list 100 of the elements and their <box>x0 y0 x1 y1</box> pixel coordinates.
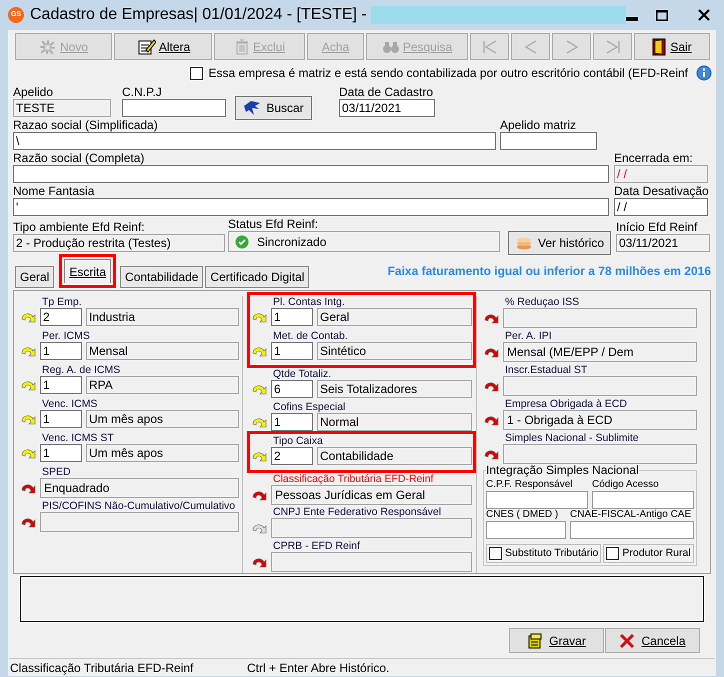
description-field: Seis Totalizadores <box>317 380 472 398</box>
field-label: Data Desativação <box>614 184 708 198</box>
input-field[interactable] <box>122 99 226 117</box>
input-field[interactable]: \ <box>13 132 496 150</box>
field-label: Empresa Obrigada à ECD <box>504 398 628 410</box>
input-field[interactable]: 03/11/2021 <box>339 99 435 117</box>
input-field[interactable]: 03/11/2021 <box>616 234 710 252</box>
input-field[interactable] <box>570 521 694 539</box>
field-label: Nome Fantasia <box>13 184 96 198</box>
field-label: % Reduçao ISS <box>504 296 580 308</box>
input-field[interactable] <box>503 376 697 396</box>
field-label: Cofins Especial <box>272 401 346 414</box>
bird-icon <box>243 100 262 116</box>
input-field[interactable]: Enquadrado <box>40 478 239 498</box>
description-field: Normal <box>317 413 472 432</box>
input-field[interactable] <box>500 132 597 150</box>
field-label: Classificação Tributária EFD-Reinf <box>272 472 434 485</box>
field-label: Tp Emp. <box>41 296 83 308</box>
exit-button[interactable]: Sair <box>634 33 710 60</box>
code-field[interactable]: 1 <box>271 413 313 432</box>
description-field: Sintético <box>317 342 472 360</box>
input-field[interactable] <box>503 308 697 328</box>
field-label: Razão social (Completa) <box>13 151 146 165</box>
input-field[interactable]: TESTE <box>13 99 111 117</box>
field-label: CNAE-FISCAL-Antigo CAE <box>570 509 692 521</box>
group-title: Integração Simples Nacional <box>486 464 639 477</box>
field-label: CPRB - EFD Reinf <box>272 540 361 552</box>
field-label: Tipo Caixa <box>272 434 324 447</box>
field-label: Met. de Contab. <box>272 330 349 342</box>
cabinet-icon <box>527 632 544 648</box>
cross-icon <box>619 632 636 648</box>
description-field: Mensal <box>86 342 239 360</box>
footer-button[interactable]: Gravar <box>509 628 604 653</box>
input-field[interactable] <box>486 521 566 539</box>
close-icon <box>698 9 710 21</box>
field-label: Venc. ICMS ST <box>41 432 115 444</box>
checkbox-label: Essa empresa é matriz e está sendo contabilizada por outro escritório contábil (EFD-Reinf <box>208 65 688 82</box>
field-label: SPED <box>41 466 72 478</box>
tab[interactable]: Contabilidade <box>120 266 204 288</box>
input-field[interactable]: 1 - Obrigada à ECD <box>503 410 697 430</box>
field-label: Tipo ambiente Efd Reinf: <box>13 220 146 234</box>
checkbox-label: Produtor Rural <box>622 546 691 561</box>
field-label: C.P.F. Responsável <box>486 479 574 491</box>
field-label: Per. ICMS <box>41 330 91 342</box>
field-label: Inscr.Estadual ST <box>504 364 588 376</box>
input-field[interactable] <box>592 491 694 509</box>
field-label: Código Acesso <box>592 479 660 491</box>
input-field[interactable] <box>486 491 588 509</box>
code-field[interactable]: 1 <box>40 376 82 394</box>
code-field[interactable]: 1 <box>271 342 313 360</box>
status-text: Ctrl + Enter Abre Histórico. <box>246 660 390 676</box>
input-field[interactable] <box>13 165 609 183</box>
tab[interactable]: Geral <box>15 266 54 288</box>
code-field[interactable]: 2 <box>271 446 313 465</box>
code-field[interactable]: 6 <box>271 380 313 398</box>
field-label: PIS/COFINS Não-Cumulativo/Cumulativo <box>41 500 236 512</box>
input-field[interactable] <box>271 518 472 538</box>
description-field: Contabilidade <box>317 446 472 465</box>
input-field[interactable]: ' <box>13 198 609 216</box>
tab[interactable]: Certificado Digital <box>205 266 310 288</box>
memo-field[interactable] <box>20 576 704 622</box>
input-field[interactable] <box>40 512 239 532</box>
toolbar-button[interactable]: Altera <box>114 33 212 60</box>
input-field[interactable] <box>503 444 697 464</box>
field-label: Venc. ICMS <box>41 398 98 410</box>
input-field[interactable]: / / <box>614 198 708 216</box>
window-title: Cadastro de Empresas| 01/01/2024 - [TESTE] - <box>30 5 367 25</box>
code-field[interactable]: 1 <box>40 444 82 462</box>
minimize-icon <box>626 17 638 21</box>
field-label: CNES ( DMED ) <box>486 509 560 521</box>
checkbox[interactable] <box>190 66 204 80</box>
field-label: Simples Nacional - Sublimite <box>504 432 640 444</box>
input-field[interactable]: 2 - Produção restrita (Testes) <box>13 234 225 252</box>
field-label: CNPJ Ente Federativo Responsável <box>272 506 442 518</box>
checkbox[interactable] <box>489 547 502 560</box>
trash-icon <box>234 38 250 54</box>
code-field[interactable]: 1 <box>40 410 82 428</box>
field-label: Razao social (Simplificada) <box>13 118 159 132</box>
checkbox[interactable] <box>606 547 620 560</box>
checkbox-label: Substituto Tributário <box>505 546 598 561</box>
input-field[interactable]: Pessoas Jurídicas em Geral <box>271 484 472 505</box>
code-field[interactable]: 1 <box>40 342 82 360</box>
maximize-icon <box>656 10 668 20</box>
description-field: Um mês apos <box>86 444 239 462</box>
info-icon <box>696 65 712 81</box>
sparkle-icon <box>38 38 57 54</box>
first-icon <box>480 38 498 54</box>
input-field[interactable]: Mensal (ME/EPP / Dem <box>503 342 697 362</box>
input-field[interactable] <box>271 552 472 572</box>
tab[interactable]: Escrita <box>64 259 112 283</box>
code-field[interactable]: 2 <box>40 308 82 326</box>
field-label: C.N.P.J <box>122 85 163 99</box>
action-button[interactable]: Buscar <box>235 96 312 120</box>
code-field[interactable]: 1 <box>271 308 313 326</box>
coins-icon <box>514 236 533 250</box>
action-button[interactable]: Ver histórico <box>508 231 611 255</box>
input-field[interactable]: / / <box>614 165 708 183</box>
description-field: Geral <box>317 308 472 326</box>
binoculars-icon <box>382 40 400 54</box>
footer-button[interactable]: Cancela <box>605 628 700 653</box>
